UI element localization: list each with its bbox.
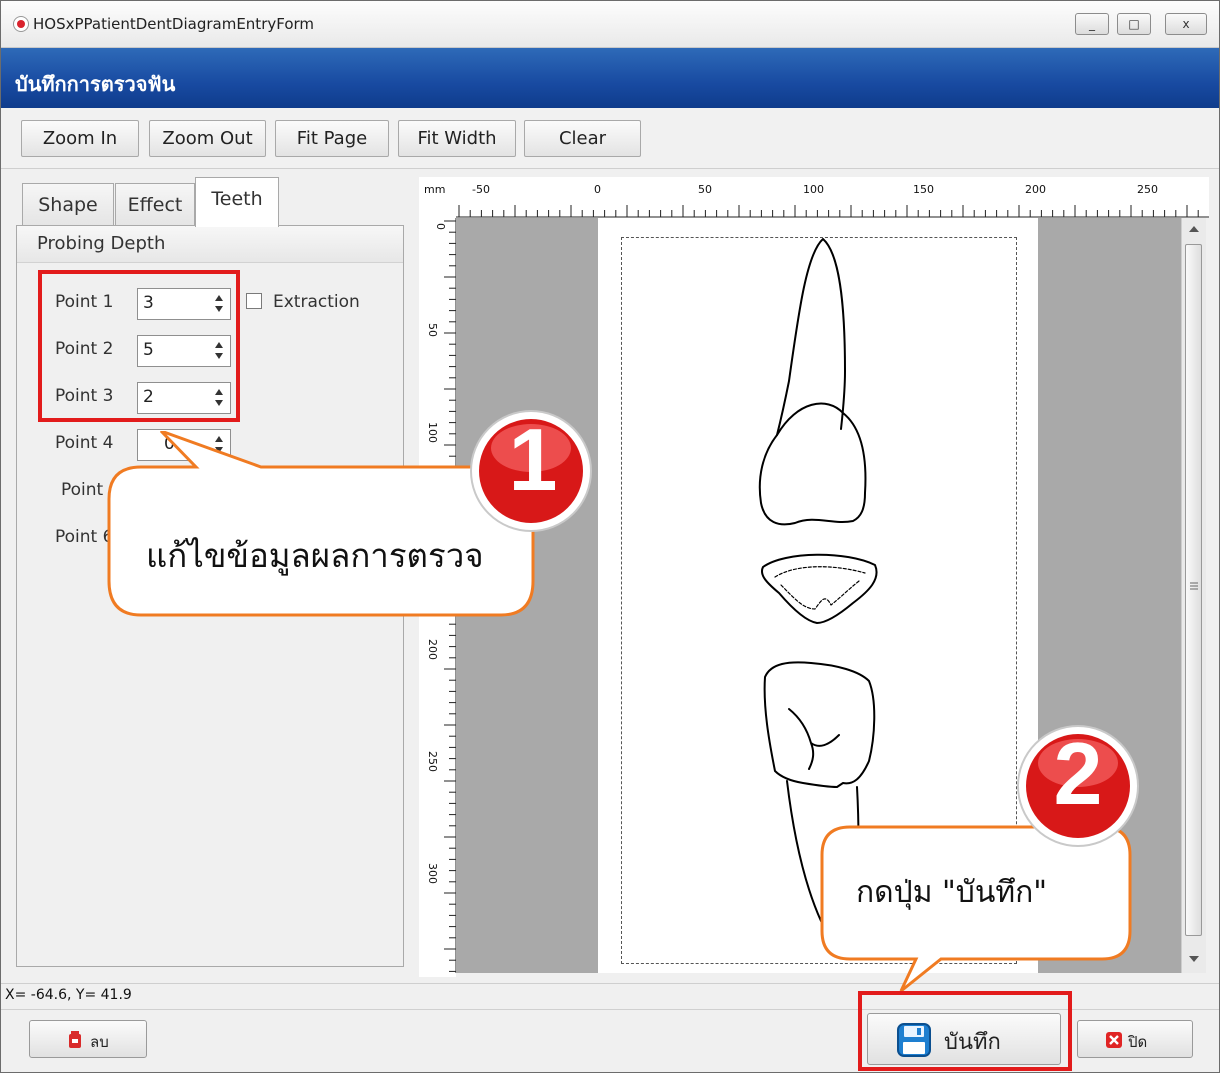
- tab-shape[interactable]: Shape: [22, 183, 114, 227]
- h-ruler-label: 150: [913, 183, 934, 196]
- step-2-number: 2: [1053, 724, 1103, 823]
- points-highlight-box: [38, 270, 240, 422]
- v-ruler-label: 300: [426, 863, 439, 884]
- scroll-up-icon[interactable]: [1188, 224, 1200, 234]
- zoom-in-button[interactable]: Zoom In: [21, 120, 139, 157]
- v-ruler-label: 200: [426, 639, 439, 660]
- window-title: HOSxPPatientDentDiagramEntryForm: [33, 15, 315, 33]
- close-icon: [1106, 1032, 1122, 1048]
- close-label: ปิด: [1128, 1033, 1148, 1051]
- delete-button[interactable]: ลบ: [29, 1020, 147, 1058]
- extraction-label: Extraction: [273, 292, 360, 312]
- v-ruler-label: 0: [434, 223, 447, 230]
- delete-label: ลบ: [90, 1033, 109, 1051]
- scroll-thumb[interactable]: [1185, 244, 1202, 936]
- save-highlight-box: [858, 991, 1072, 1071]
- tab-teeth[interactable]: Teeth: [195, 177, 279, 227]
- toolbar: Zoom In Zoom Out Fit Page Fit Width Clea…: [1, 108, 1219, 169]
- probing-depth-header: Probing Depth: [17, 226, 403, 263]
- form-header: บันทึกการตรวจฟัน: [1, 48, 1219, 108]
- grip-icon: [1190, 582, 1198, 590]
- tooth-occlusal-view: [761, 553, 878, 624]
- callout-1-text: แก้ไขข้อมูลผลการตรวจ: [146, 536, 484, 575]
- fit-page-button[interactable]: Fit Page: [275, 120, 389, 157]
- form-title: บันทึกการตรวจฟัน: [15, 72, 176, 96]
- vertical-scrollbar[interactable]: [1181, 218, 1206, 973]
- tooth-crown-lower: [763, 661, 876, 788]
- title-bar[interactable]: HOSxPPatientDentDiagramEntryForm _ □ x: [1, 1, 1219, 48]
- tooth-crown-upper: [758, 402, 867, 526]
- cursor-coordinates: X= -64.6, Y= 41.9: [5, 987, 132, 1003]
- maximize-button[interactable]: □: [1117, 13, 1151, 35]
- tab-effect[interactable]: Effect: [115, 183, 195, 227]
- step-1-number: 1: [508, 410, 558, 509]
- zoom-out-button[interactable]: Zoom Out: [149, 120, 266, 157]
- probing-depth-title: Probing Depth: [37, 233, 166, 254]
- h-ruler-label: 0: [594, 183, 601, 196]
- h-ruler-label: 250: [1137, 183, 1158, 196]
- h-ruler-label: 200: [1025, 183, 1046, 196]
- h-ruler-label: 50: [698, 183, 712, 196]
- v-ruler-label: 250: [426, 751, 439, 772]
- fit-width-button[interactable]: Fit Width: [398, 120, 516, 157]
- scroll-down-icon[interactable]: [1188, 954, 1200, 964]
- trash-icon: [69, 1031, 81, 1048]
- h-ruler-label: 100: [803, 183, 824, 196]
- dent-diagram-window: HOSxPPatientDentDiagramEntryForm _ □ x บ…: [0, 0, 1220, 1073]
- v-ruler-label: 50: [426, 323, 439, 337]
- app-icon: [13, 16, 29, 32]
- ruler-unit: mm: [424, 183, 445, 196]
- extraction-checkbox[interactable]: [246, 293, 262, 309]
- h-ruler-label: -50: [472, 183, 490, 196]
- close-window-button[interactable]: x: [1165, 13, 1207, 35]
- callout-2-text: กดปุ่ม "บันทึก": [856, 875, 1048, 910]
- minimize-button[interactable]: _: [1075, 13, 1109, 35]
- close-button[interactable]: ปิด: [1077, 1020, 1193, 1058]
- clear-button[interactable]: Clear: [524, 120, 641, 157]
